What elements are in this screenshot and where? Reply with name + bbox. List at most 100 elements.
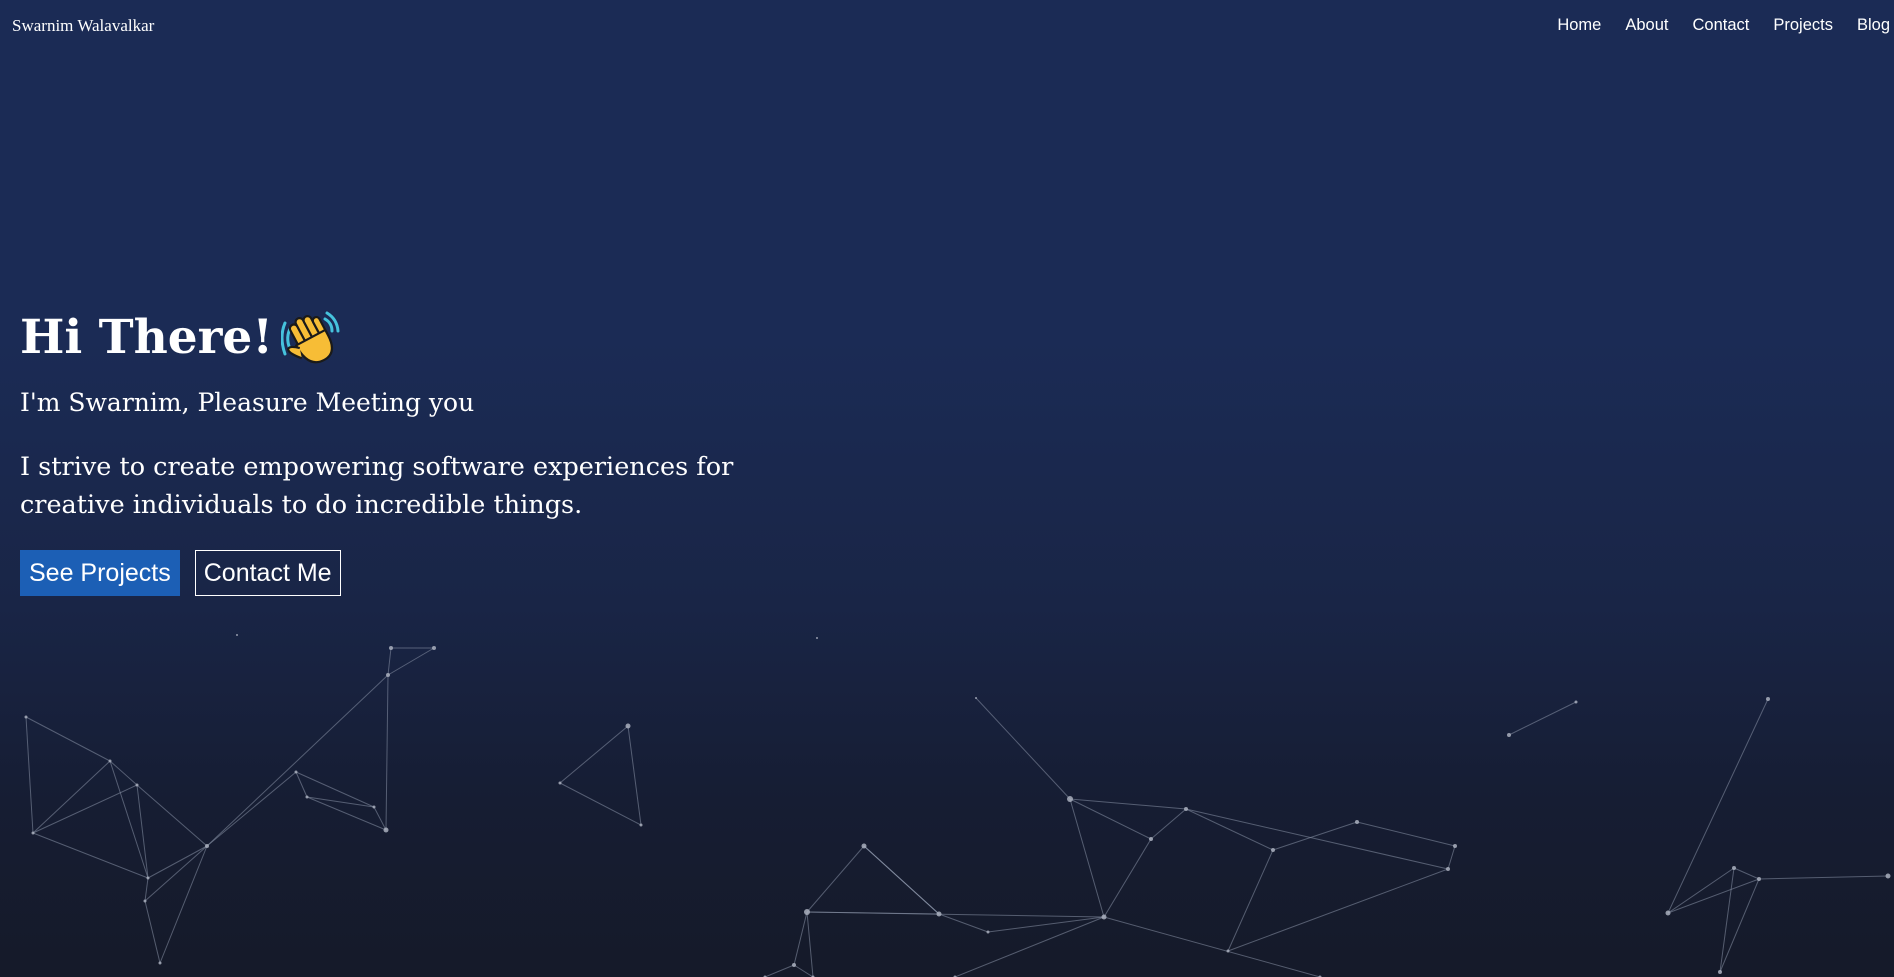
network-line [159,845,208,964]
network-line [136,784,149,879]
network-line [1227,849,1274,952]
nav-links: Home About Contact Projects Blog [1557,16,1894,35]
network-line [793,964,814,977]
network-line [25,716,111,762]
network-line [975,697,1071,800]
network-node [236,634,238,636]
network-line [793,911,808,966]
network-node [975,697,977,699]
network-node [986,930,990,934]
see-projects-button[interactable]: See Projects [20,550,180,596]
network-node [1101,914,1107,920]
hero-subtitle: I'm Swarnim, Pleasure Meeting you [20,388,475,417]
network-line [1758,875,1889,880]
network-node [1507,733,1511,737]
network-node [205,844,209,848]
network-node [1665,910,1671,916]
network-node [861,843,867,849]
network-line [806,845,865,913]
network-node [432,646,436,650]
network-node [386,673,390,677]
network-line [295,771,375,808]
network-node [1718,970,1722,974]
network-line [954,916,1105,977]
network-line [1103,838,1152,918]
network-node [1446,867,1450,871]
network-line [206,771,297,847]
nav-link-contact[interactable]: Contact [1692,16,1749,35]
nav-link-blog[interactable]: Blog [1857,16,1890,35]
network-node [816,637,818,639]
network-node [135,783,139,787]
network-line [387,647,435,676]
network-node [389,646,393,650]
network-line [764,964,795,977]
contact-me-button[interactable]: Contact Me [194,550,341,596]
network-line [863,845,940,915]
hero-heading: Hi There! [20,300,740,376]
network-node [804,909,810,915]
network-line [32,784,138,834]
network-line [1185,808,1274,851]
network-node [936,911,942,917]
network-line [1733,867,1760,880]
network-node [1149,837,1153,841]
network-node [1574,700,1578,704]
network-node [1226,949,1230,953]
network-line [144,845,208,902]
hero-description: I strive to create empowering software e… [20,452,734,520]
network-line [32,760,111,834]
network-line [938,913,989,933]
network-line [1508,701,1577,736]
network-node [305,795,309,799]
nav-link-projects[interactable]: Projects [1773,16,1833,35]
network-node [108,759,112,763]
network-node [146,876,150,880]
network-node [639,823,643,827]
network-line [1103,916,1321,977]
network-line [1069,798,1105,918]
network-node [24,715,28,719]
network-node [1067,796,1073,802]
network-node [372,805,376,809]
network-line [806,911,1105,918]
hero-greeting: Hi There! [20,310,273,365]
hero-actions: See Projects Contact Me [20,550,740,596]
network-node [383,827,389,833]
network-node [1355,820,1359,824]
network-node [294,770,298,774]
network-line [1150,808,1187,840]
hero-section: Hi There! I'm Swarnim, Pleasure Meeting … [20,300,740,596]
network-node [1766,697,1770,701]
network-node [1757,877,1761,881]
network-line [1272,821,1358,851]
network-node [558,781,562,785]
network-line [144,877,149,902]
network-line [373,806,387,831]
network-line [559,782,642,826]
network-node [1885,873,1891,879]
network-node [1732,866,1736,870]
network-node [625,723,631,729]
network-line [136,784,208,847]
network-line [1667,867,1735,914]
network-line [806,911,814,977]
network-node [143,899,147,903]
network-node [1184,807,1188,811]
nav-link-about[interactable]: About [1625,16,1668,35]
network-node [1453,844,1457,848]
network-line [559,725,629,784]
nav-link-home[interactable]: Home [1557,16,1601,35]
network-line [147,845,208,879]
network-node [792,963,796,967]
network-node [158,961,162,965]
network-node [31,831,35,835]
network-line [32,832,149,879]
waving-hand-icon [280,307,341,367]
network-line [387,647,392,676]
network-line [25,716,34,834]
network-line [385,674,389,831]
brand-logo-link[interactable]: Swarnim Walavalkar [12,16,154,36]
network-line [206,674,389,847]
network-line [627,725,642,826]
